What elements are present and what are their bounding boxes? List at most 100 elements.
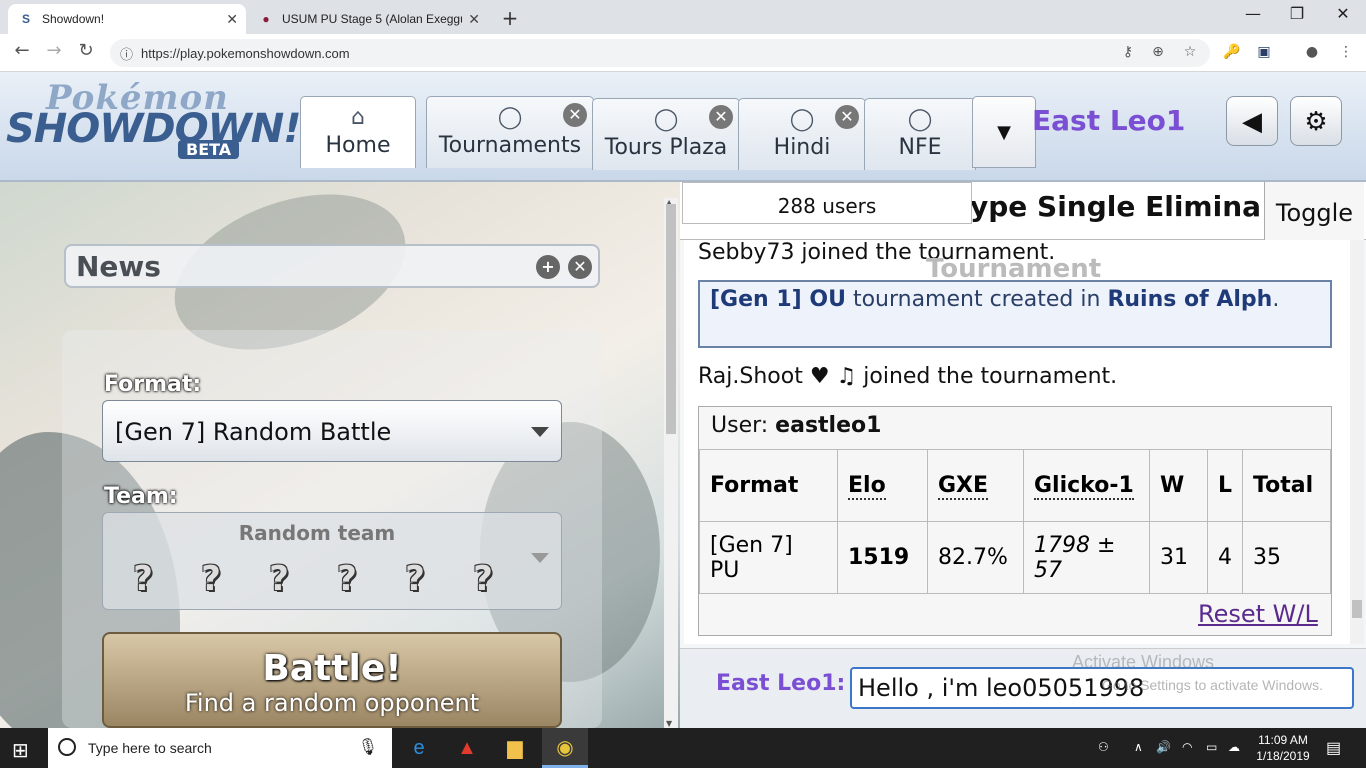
- room-link[interactable]: Ruins of Alph: [1107, 287, 1272, 312]
- url-text: https://play.pokemonshowdown.com: [141, 45, 350, 61]
- team-select[interactable]: Random team ? ? ? ? ? ?: [102, 512, 562, 610]
- column-header: Format: [699, 449, 838, 522]
- battle-button[interactable]: Battle! Find a random opponent: [102, 632, 562, 728]
- key-icon[interactable]: ⚷: [1118, 44, 1138, 60]
- browser-tab-showdown[interactable]: S Showdown! ✕: [8, 4, 246, 34]
- ratings-user: User: eastleo1: [711, 413, 882, 438]
- unknown-pokemon-icon: ?: [133, 559, 153, 599]
- close-icon[interactable]: ✕: [226, 11, 238, 28]
- cortana-icon: [58, 738, 76, 756]
- tournament-notice: [Gen 1] OU tournament created in Ruins o…: [698, 280, 1332, 348]
- chevron-down-icon: ▼: [997, 122, 1011, 143]
- chat-username: East Leo1:: [716, 671, 846, 696]
- more-tabs-button[interactable]: ▼: [972, 96, 1036, 168]
- close-icon[interactable]: ✕: [835, 105, 859, 129]
- chevron-up-icon[interactable]: ∧: [1134, 740, 1143, 754]
- scroll-down-icon[interactable]: ▼: [666, 719, 672, 728]
- column-header: L: [1206, 449, 1244, 522]
- new-tab-button[interactable]: +: [498, 6, 522, 30]
- userlist-button[interactable]: 288 users: [682, 182, 972, 224]
- format-label: Format:: [104, 372, 202, 397]
- extension-icon[interactable]: 🔑: [1222, 44, 1242, 60]
- notifications-icon[interactable]: ▤: [1326, 738, 1341, 758]
- sound-button[interactable]: ◀: [1226, 96, 1278, 146]
- tournament-label: Tournament: [926, 254, 1102, 284]
- table-row: [Gen 7] PU 1519 82.7% 1798 ± 57 31 4 35: [699, 521, 1331, 594]
- zoom-icon[interactable]: ⊕: [1148, 44, 1168, 60]
- menu-icon[interactable]: ⋮: [1336, 44, 1356, 60]
- edge-icon[interactable]: e: [396, 728, 442, 768]
- unknown-pokemon-icon: ?: [405, 559, 425, 599]
- battery-icon[interactable]: ▭: [1206, 740, 1217, 754]
- close-icon[interactable]: ✕: [568, 255, 592, 279]
- close-icon[interactable]: ✕: [709, 105, 733, 129]
- close-icon[interactable]: ✕: [468, 11, 480, 28]
- restore-button[interactable]: ❐: [1282, 4, 1312, 23]
- info-icon[interactable]: ⓘ: [120, 44, 133, 63]
- chat-bubble-icon: ◯: [907, 107, 933, 132]
- cloud-icon[interactable]: ☁: [1228, 740, 1240, 754]
- system-clock[interactable]: 11:09 AM 1/18/2019: [1248, 732, 1318, 764]
- browser-toolbar: ← → ↻ ⓘ https://play.pokemonshowdown.com…: [0, 34, 1366, 72]
- minimize-button[interactable]: —: [1238, 4, 1268, 23]
- tab-home[interactable]: ⌂ Home: [300, 96, 416, 168]
- toggle-button[interactable]: Toggle: [1264, 182, 1364, 240]
- ratings-table: Format Elo GXE Glicko-1 W L Total [Gen 7…: [699, 449, 1331, 594]
- back-button[interactable]: ←: [8, 40, 36, 61]
- username-button[interactable]: East Leo1: [1032, 104, 1185, 137]
- windows-start-icon[interactable]: ⊞: [12, 738, 29, 763]
- column-header: W: [1149, 449, 1208, 522]
- scroll-thumb[interactable]: [1352, 600, 1362, 618]
- forward-button[interactable]: →: [40, 40, 68, 61]
- showdown-logo[interactable]: Pokémon SHOWDOWN! BETA: [6, 78, 301, 168]
- taskbar-search[interactable]: Type here to search 🎙: [48, 728, 392, 768]
- activate-windows-watermark: Activate Windows: [1072, 652, 1215, 672]
- column-header: GXE: [927, 449, 1024, 522]
- expand-icon[interactable]: +: [536, 255, 560, 279]
- volume-icon[interactable]: 🔊: [1156, 740, 1171, 754]
- browser-tab-title: Showdown!: [42, 12, 105, 26]
- reload-button[interactable]: ↻: [72, 40, 100, 61]
- close-icon[interactable]: ✕: [563, 103, 587, 127]
- address-bar[interactable]: ⓘ https://play.pokemonshowdown.com: [110, 39, 1210, 67]
- unknown-pokemon-icon: ?: [201, 559, 221, 599]
- activate-windows-hint: Go to Settings to activate Windows.: [1102, 677, 1323, 693]
- column-header: Total: [1242, 449, 1331, 522]
- tournament-title: ype Single Elimina: [970, 190, 1262, 223]
- browser-tab-title: USUM PU Stage 5 (Alolan Exeggu: [282, 12, 462, 26]
- microphone-icon[interactable]: 🎙: [358, 728, 378, 768]
- format-select[interactable]: [Gen 7] Random Battle: [102, 400, 562, 462]
- tab-tours-plaza[interactable]: ◯ Tours Plaza ✕: [592, 98, 740, 170]
- chrome-icon[interactable]: ◉: [542, 728, 588, 768]
- window-close-button[interactable]: ✕: [1328, 4, 1358, 23]
- table-header-row: Format Elo GXE Glicko-1 W L Total: [699, 449, 1331, 522]
- settings-button[interactable]: ⚙: [1290, 96, 1342, 146]
- cell-wins: 31: [1149, 521, 1208, 594]
- tab-hindi[interactable]: ◯ Hindi ✕: [738, 98, 866, 170]
- cell-total: 35: [1242, 521, 1331, 594]
- extension-icon[interactable]: ▣: [1254, 44, 1274, 60]
- showdown-favicon-icon: S: [21, 12, 30, 26]
- browser-tab-usum[interactable]: ● USUM PU Stage 5 (Alolan Exeggu ✕: [248, 4, 488, 34]
- cell-glicko: 1798 ± 57: [1023, 521, 1150, 594]
- scroll-thumb[interactable]: [666, 204, 676, 434]
- acrobat-icon[interactable]: ▲: [444, 728, 490, 768]
- tab-nfe[interactable]: ◯ NFE: [864, 98, 976, 170]
- chat-log: Sebby73 joined the tournament. [Gen 1] O…: [684, 240, 1350, 644]
- gear-icon: ⚙: [1304, 107, 1328, 137]
- browser-tab-bar: S Showdown! ✕ ● USUM PU Stage 5 (Alolan …: [0, 0, 1366, 34]
- star-icon[interactable]: ☆: [1180, 44, 1200, 60]
- chevron-down-icon: [531, 427, 549, 437]
- file-explorer-icon[interactable]: ▆: [492, 728, 538, 768]
- avatar[interactable]: ●: [1302, 44, 1322, 60]
- tab-tournaments[interactable]: ◯ Tournaments ✕: [426, 96, 594, 168]
- pokeball-favicon-icon: ●: [262, 12, 270, 26]
- left-scrollbar[interactable]: ▲ ▼: [664, 198, 678, 728]
- reset-wl-link[interactable]: Reset W/L: [1198, 600, 1318, 628]
- wifi-icon[interactable]: ◠: [1182, 740, 1192, 754]
- people-icon[interactable]: ⚇: [1098, 740, 1109, 754]
- home-icon: ⌂: [351, 105, 365, 130]
- unknown-pokemon-icon: ?: [337, 559, 357, 599]
- chat-scrollbar[interactable]: [1350, 240, 1364, 644]
- column-header: Glicko-1: [1023, 449, 1150, 522]
